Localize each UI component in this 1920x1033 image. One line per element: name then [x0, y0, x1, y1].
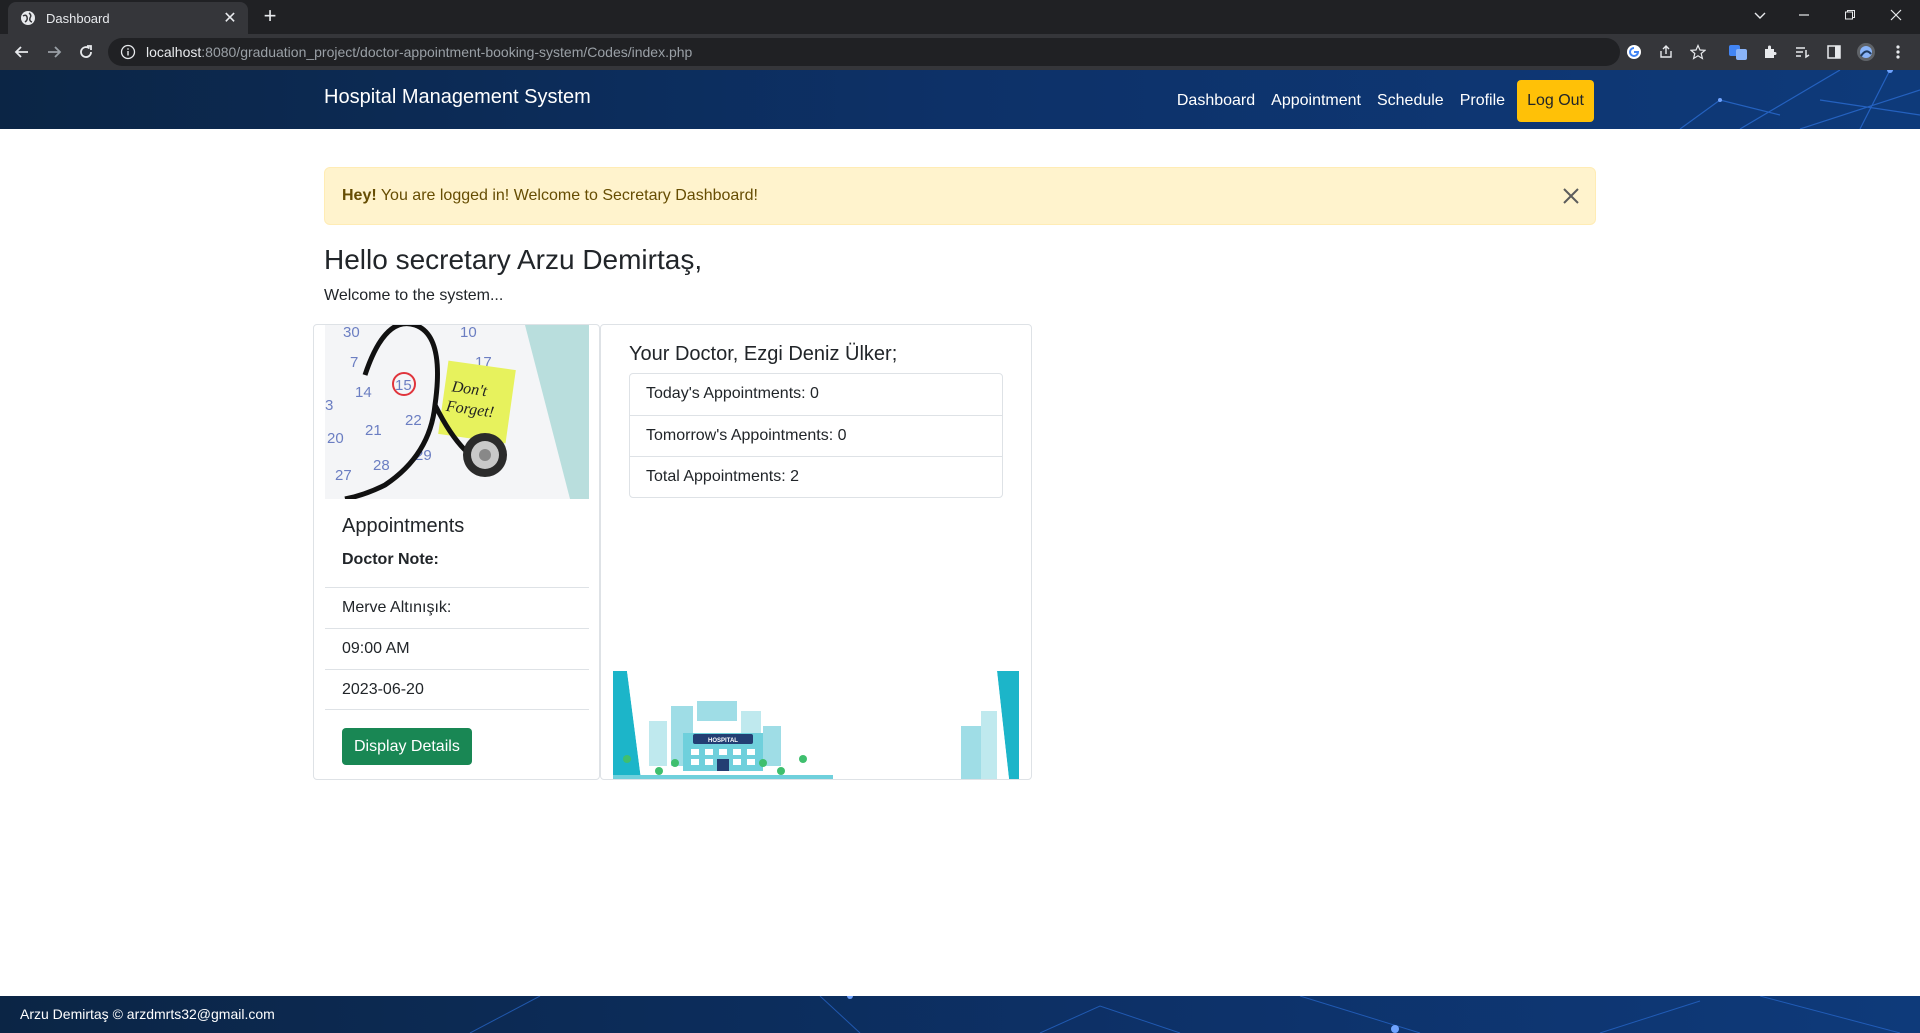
svg-text:22: 22: [405, 412, 422, 429]
stat-tomorrow: Tomorrow's Appointments: 0: [630, 415, 1002, 456]
doctor-note-label: Doctor Note:: [342, 551, 439, 568]
close-window-icon[interactable]: [1874, 0, 1918, 30]
url-text: localhost:8080/graduation_project/doctor…: [146, 44, 693, 60]
list-item: 09:00 AM: [325, 628, 589, 669]
svg-text:10: 10: [460, 325, 477, 341]
svg-text:28: 28: [373, 457, 390, 474]
doctor-card: Your Doctor, Ezgi Deniz Ülker; Today's A…: [600, 324, 1032, 780]
stat-total: Total Appointments: 2: [630, 456, 1002, 497]
logout-button[interactable]: Log Out: [1517, 80, 1594, 122]
svg-text:14: 14: [355, 384, 372, 401]
close-tab-icon[interactable]: ✕: [220, 8, 240, 28]
nav-link-profile[interactable]: Profile: [1460, 81, 1505, 121]
new-tab-icon[interactable]: +: [258, 3, 282, 28]
reload-icon[interactable]: [74, 40, 98, 64]
list-item: Merve Altınışık:: [325, 587, 589, 628]
forward-icon[interactable]: [42, 40, 66, 64]
nav-links: Dashboard Appointment Schedule Profile L…: [1161, 80, 1594, 122]
side-panel-icon[interactable]: [1824, 42, 1844, 62]
svg-text:3: 3: [325, 397, 333, 414]
back-icon[interactable]: [10, 40, 34, 64]
browser-toolbar: localhost:8080/graduation_project/doctor…: [0, 34, 1920, 70]
footer-network-decoration: [469, 996, 1901, 1033]
calendar-stethoscope-image: 30 10 7 14 15 17 3 21 22 20 27 28 29 Don…: [325, 325, 589, 499]
alert-message: Hey! You are logged in! Welcome to Secre…: [342, 187, 758, 204]
svg-text:20: 20: [327, 430, 344, 447]
globe-icon: [21, 11, 35, 25]
display-details-button[interactable]: Display Details: [342, 728, 472, 765]
appointment-list: Merve Altınışık: 09:00 AM 2023-06-20: [325, 587, 589, 710]
nav-link-schedule[interactable]: Schedule: [1377, 81, 1444, 121]
translate-icon[interactable]: [1728, 42, 1748, 62]
minimize-icon[interactable]: [1782, 0, 1826, 30]
svg-text:21: 21: [365, 422, 382, 439]
restore-icon[interactable]: [1828, 0, 1872, 30]
browser-tab[interactable]: Dashboard ✕: [8, 2, 248, 34]
stat-today: Today's Appointments: 0: [646, 385, 819, 402]
footer-credit: Arzu Demirtaş © arzdmrts32@gmail.com: [20, 1006, 275, 1022]
profile-avatar-icon[interactable]: [1856, 42, 1876, 62]
close-icon[interactable]: [1561, 186, 1581, 206]
appointments-title: Appointments: [342, 515, 465, 537]
svg-text:15: 15: [395, 377, 412, 394]
hospital-illustration: HOSPITAL: [613, 671, 1019, 779]
nav-link-dashboard[interactable]: Dashboard: [1177, 81, 1255, 121]
google-icon[interactable]: [1624, 42, 1644, 62]
welcome-text: Welcome to the system...: [324, 287, 504, 304]
site-info-icon[interactable]: [120, 44, 136, 60]
list-item: 2023-06-20: [325, 669, 589, 710]
site-footer: Arzu Demirtaş © arzdmrts32@gmail.com: [0, 996, 1920, 1033]
tab-search-icon[interactable]: [1738, 0, 1782, 30]
address-bar[interactable]: localhost:8080/graduation_project/doctor…: [108, 38, 1620, 66]
browser-tab-strip: Dashboard ✕ +: [0, 0, 1920, 34]
welcome-alert: Hey! You are logged in! Welcome to Secre…: [324, 167, 1596, 225]
svg-text:HOSPITAL: HOSPITAL: [708, 738, 738, 744]
svg-text:7: 7: [350, 354, 358, 371]
tab-title: Dashboard: [46, 10, 110, 26]
nav-link-appointment[interactable]: Appointment: [1271, 81, 1361, 121]
appointments-card: 30 10 7 14 15 17 3 21 22 20 27 28 29 Don…: [313, 324, 600, 780]
page-title: Hello secretary Arzu Demirtaş,: [324, 244, 703, 275]
share-icon[interactable]: [1656, 42, 1676, 62]
bookmark-star-icon[interactable]: [1688, 42, 1708, 62]
svg-text:30: 30: [343, 325, 360, 341]
doctor-stats-list: Today's Appointments: 0 Tomorrow's Appoi…: [629, 373, 1003, 498]
site-navbar: Hospital Management System Dashboard App…: [0, 70, 1920, 129]
doctor-title: Your Doctor, Ezgi Deniz Ülker;: [629, 343, 898, 365]
extensions-icon[interactable]: [1760, 42, 1780, 62]
menu-kebab-icon[interactable]: [1888, 42, 1908, 62]
reading-list-icon[interactable]: [1792, 42, 1812, 62]
svg-text:27: 27: [335, 467, 352, 484]
brand-title[interactable]: Hospital Management System: [324, 86, 591, 109]
